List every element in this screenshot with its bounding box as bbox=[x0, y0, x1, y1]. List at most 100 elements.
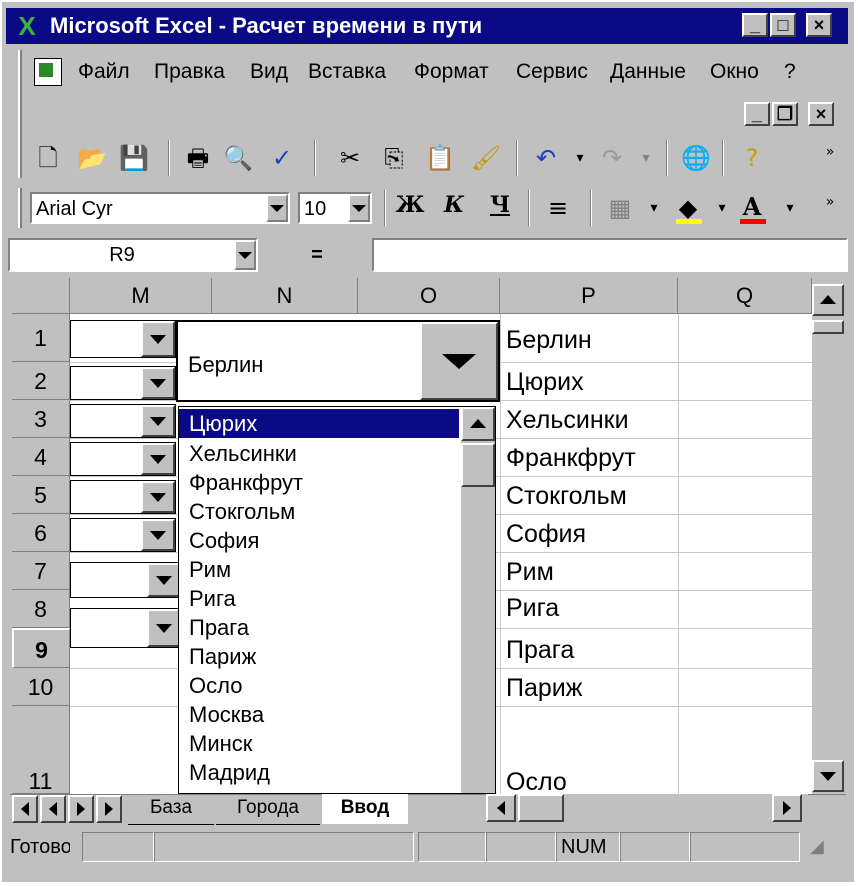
doc-close-button[interactable]: × bbox=[808, 102, 834, 126]
minimize-button[interactable]: _ bbox=[742, 13, 768, 37]
combo-box-m5[interactable] bbox=[70, 480, 176, 514]
web-toolbar-icon[interactable]: 🌐 bbox=[680, 142, 712, 174]
list-item[interactable]: Рим bbox=[179, 555, 459, 584]
first-sheet-button[interactable] bbox=[12, 795, 38, 823]
resize-grip-icon[interactable]: ◢ bbox=[810, 836, 840, 864]
underline-button[interactable]: Ч bbox=[484, 192, 516, 224]
combo-box-m1[interactable] bbox=[70, 320, 176, 358]
list-item[interactable]: Осло bbox=[179, 671, 459, 700]
cell-p10[interactable]: Париж bbox=[506, 674, 582, 703]
font-color-icon[interactable]: A bbox=[736, 192, 768, 224]
column-header-m[interactable]: M bbox=[70, 278, 212, 314]
combo-dropdown-button[interactable] bbox=[147, 563, 181, 597]
row-header-5[interactable]: 5 bbox=[12, 476, 70, 514]
menu-data[interactable]: Данные bbox=[610, 60, 686, 84]
sheet-tab-vvod[interactable]: Ввод bbox=[322, 794, 408, 824]
select-all-corner[interactable] bbox=[12, 278, 70, 314]
row-header-10[interactable]: 10 bbox=[12, 668, 70, 706]
combo-dropdown-button[interactable] bbox=[141, 367, 175, 399]
sheet-vertical-scrollbar[interactable] bbox=[812, 284, 844, 794]
align-icon[interactable]: ≡ bbox=[542, 192, 574, 224]
cell-p1[interactable]: Берлин bbox=[506, 326, 592, 355]
fill-color-icon[interactable]: ◆ bbox=[672, 192, 704, 224]
horizontal-scrollbar[interactable] bbox=[486, 794, 808, 824]
row-header-8[interactable]: 8 bbox=[12, 590, 70, 628]
new-icon[interactable]: 🗋 bbox=[32, 142, 64, 174]
column-header-o[interactable]: O bbox=[358, 278, 500, 314]
sheet-tab-goroda[interactable]: Города bbox=[216, 794, 320, 825]
doc-minimize-button[interactable]: _ bbox=[744, 102, 770, 126]
row-header-4[interactable]: 4 bbox=[12, 438, 70, 476]
undo-dropdown-icon[interactable]: ▾ bbox=[564, 142, 596, 174]
print-preview-icon[interactable]: 🔍 bbox=[222, 142, 254, 174]
row-header-1[interactable]: 1 bbox=[12, 314, 70, 362]
print-icon[interactable]: 🖶 bbox=[182, 142, 214, 174]
menu-insert[interactable]: Вставка bbox=[308, 60, 386, 84]
city-combo-dropdown-button[interactable] bbox=[420, 322, 498, 400]
city-combo-box[interactable]: Берлин bbox=[176, 320, 500, 402]
row-header-2[interactable]: 2 bbox=[12, 362, 70, 400]
cell-p8[interactable]: Рига bbox=[506, 594, 559, 623]
cut-icon[interactable]: ✂ bbox=[334, 142, 366, 174]
spelling-icon[interactable]: ✓ bbox=[266, 142, 298, 174]
scroll-up-button[interactable] bbox=[812, 284, 844, 316]
list-scrollbar[interactable] bbox=[461, 407, 495, 793]
save-icon[interactable]: 💾 bbox=[118, 142, 150, 174]
redo-dropdown-icon[interactable]: ▾ bbox=[630, 142, 662, 174]
list-item[interactable]: Москва bbox=[179, 700, 459, 729]
copy-icon[interactable]: ⎘ bbox=[378, 142, 410, 174]
menu-help[interactable]: ? bbox=[784, 60, 796, 84]
scroll-left-button[interactable] bbox=[486, 794, 516, 822]
last-sheet-button[interactable] bbox=[96, 795, 122, 823]
combo-box-m2[interactable] bbox=[70, 366, 176, 400]
formula-input[interactable] bbox=[372, 238, 848, 272]
combo-box-m8[interactable] bbox=[70, 608, 182, 648]
list-item[interactable]: Париж bbox=[179, 642, 459, 671]
borders-dropdown-icon[interactable]: ▾ bbox=[638, 192, 670, 224]
row-header-9[interactable]: 9 bbox=[12, 628, 70, 668]
menu-window[interactable]: Окно bbox=[710, 60, 759, 84]
cell-p2[interactable]: Цюрих bbox=[506, 368, 584, 397]
menu-edit[interactable]: Правка bbox=[154, 60, 225, 84]
doc-restore-button[interactable]: ❐ bbox=[772, 102, 798, 126]
name-box[interactable]: R9 bbox=[8, 238, 258, 272]
name-box-dropdown[interactable] bbox=[234, 240, 256, 270]
combo-box-m7[interactable] bbox=[70, 562, 182, 598]
row-header-7[interactable]: 7 bbox=[12, 552, 70, 590]
row-header-11[interactable]: 11 bbox=[12, 706, 70, 794]
list-item[interactable]: Стокгольм bbox=[179, 497, 459, 526]
city-dropdown-list[interactable]: Цюрих Хельсинки Франкфрут Стокгольм Софи… bbox=[178, 406, 496, 794]
undo-icon[interactable]: ↶ bbox=[530, 142, 562, 174]
office-assistant-icon[interactable]: ? bbox=[736, 142, 768, 174]
column-header-n[interactable]: N bbox=[212, 278, 358, 314]
list-item[interactable]: Мадрид bbox=[179, 758, 459, 787]
combo-box-m4[interactable] bbox=[70, 442, 176, 476]
combo-dropdown-button[interactable] bbox=[141, 519, 175, 551]
font-name-select[interactable]: Arial Cyr bbox=[30, 192, 290, 224]
formula-equals-button[interactable]: = bbox=[264, 238, 370, 272]
cell-p3[interactable]: Хельсинки bbox=[506, 406, 629, 435]
column-header-q[interactable]: Q bbox=[678, 278, 812, 314]
fill-color-dropdown-icon[interactable]: ▾ bbox=[706, 192, 738, 224]
excel-app-icon[interactable]: X bbox=[12, 12, 42, 40]
bold-button[interactable]: Ж bbox=[394, 192, 426, 224]
menu-format[interactable]: Формат bbox=[414, 60, 489, 84]
paste-icon[interactable]: 📋 bbox=[424, 142, 456, 174]
list-item[interactable]: София bbox=[179, 526, 459, 555]
row-header-6[interactable]: 6 bbox=[12, 514, 70, 552]
cell-p6[interactable]: София bbox=[506, 520, 586, 549]
list-item[interactable]: Минск bbox=[179, 729, 459, 758]
list-item-selected[interactable]: Цюрих bbox=[179, 409, 459, 438]
font-color-dropdown-icon[interactable]: ▾ bbox=[774, 192, 806, 224]
open-icon[interactable]: 📂 bbox=[76, 142, 108, 174]
menu-file[interactable]: Файл bbox=[78, 60, 130, 84]
cell-p5[interactable]: Стокгольм bbox=[506, 482, 627, 511]
font-size-select[interactable]: 10 bbox=[298, 192, 372, 224]
column-header-p[interactable]: P bbox=[500, 278, 678, 314]
combo-dropdown-button[interactable] bbox=[141, 443, 175, 475]
prev-sheet-button[interactable] bbox=[40, 795, 66, 823]
row-header-3[interactable]: 3 bbox=[12, 400, 70, 438]
font-name-dropdown[interactable] bbox=[266, 194, 288, 222]
maximize-button[interactable]: □ bbox=[770, 13, 796, 37]
list-scroll-up-button[interactable] bbox=[461, 407, 495, 441]
